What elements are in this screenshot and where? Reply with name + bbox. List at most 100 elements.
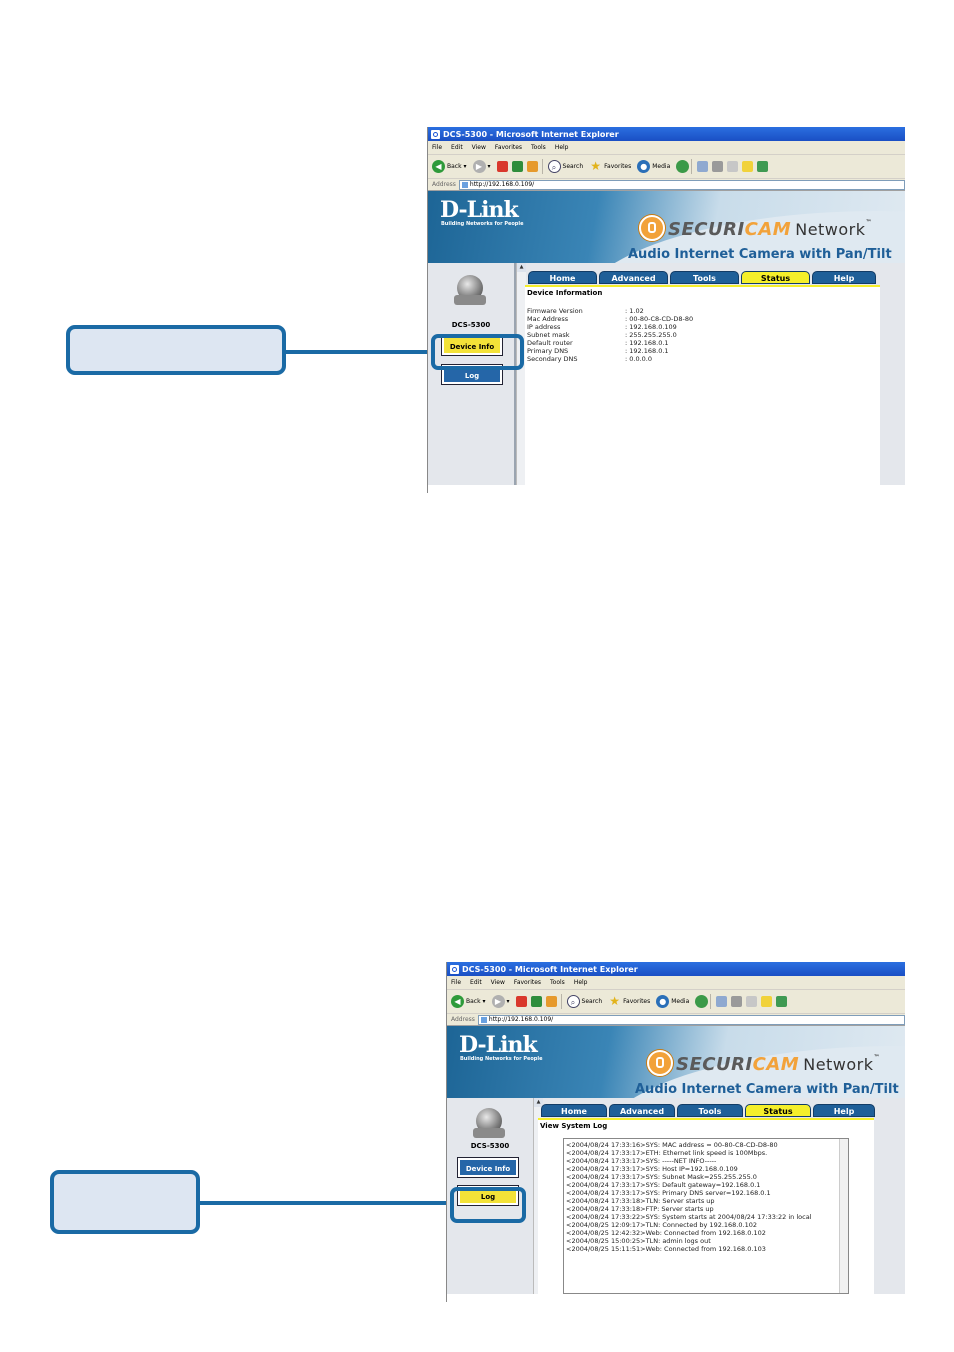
forward-arrow-icon: ▶: [491, 995, 505, 1008]
tab-tools[interactable]: Tools: [677, 1104, 743, 1117]
system-log-textarea[interactable]: <2004/08/24 17:33:16>SYS: MAC address = …: [563, 1138, 849, 1294]
log-line: <2004/08/24 17:33:17>SYS: -----NET INFO-…: [566, 1157, 717, 1165]
menu-favorites[interactable]: Favorites: [514, 979, 541, 986]
menu-help[interactable]: Help: [574, 979, 588, 986]
address-bar: Address http://192.168.0.109/: [428, 179, 905, 191]
tab-status[interactable]: Status: [745, 1104, 811, 1117]
edit-icon[interactable]: [727, 161, 739, 172]
device-info-list: Firmware Version: 1.02 Mac Address: 00-8…: [525, 297, 880, 363]
menu-file[interactable]: File: [432, 144, 442, 151]
menu-edit[interactable]: Edit: [451, 144, 463, 151]
menu-help[interactable]: Help: [555, 144, 569, 151]
window-title: DCS-5300 - Microsoft Internet Explorer: [462, 964, 638, 974]
discuss-icon[interactable]: [742, 161, 754, 172]
refresh-icon[interactable]: [511, 161, 523, 172]
camera-model-label: DCS-5300: [470, 1142, 510, 1150]
back-arrow-icon: ◀: [432, 160, 445, 173]
padlock-icon: [647, 1050, 673, 1076]
media-button[interactable]: ● Media: [637, 160, 670, 173]
address-input[interactable]: http://192.168.0.109/: [477, 1014, 905, 1025]
callout-connector-log: [200, 1201, 450, 1205]
tab-advanced[interactable]: Advanced: [609, 1104, 675, 1117]
search-button[interactable]: ⌕ Search: [566, 995, 602, 1008]
tab-home[interactable]: Home: [541, 1104, 607, 1117]
dlink-banner: D-Link Building Networks for People SECU…: [428, 191, 905, 263]
info-row: Default router: 192.168.0.1: [527, 339, 669, 347]
tab-advanced[interactable]: Advanced: [599, 271, 668, 284]
address-label: Address: [451, 1016, 475, 1023]
menu-favorites[interactable]: Favorites: [495, 144, 522, 151]
log-line: <2004/08/24 17:33:17>SYS: Host IP=192.16…: [566, 1165, 738, 1173]
home-icon[interactable]: [545, 996, 557, 1007]
menu-tools[interactable]: Tools: [550, 979, 565, 986]
device-info-panel: Device Information Firmware Version: 1.0…: [525, 287, 880, 485]
log-line: <2004/08/25 15:11:51>Web: Connected from…: [566, 1245, 766, 1253]
messenger-icon[interactable]: [757, 161, 769, 172]
device-info-button[interactable]: Device Info: [458, 1158, 518, 1177]
messenger-icon[interactable]: [776, 996, 788, 1007]
tab-status[interactable]: Status: [741, 271, 810, 284]
back-arrow-icon: ◀: [451, 995, 464, 1008]
log-line: <2004/08/24 17:33:17>ETH: Ethernet link …: [566, 1149, 768, 1157]
web-content: D-Link Building Networks for People SECU…: [447, 1026, 905, 1294]
tab-help[interactable]: Help: [812, 271, 876, 284]
info-row: Mac Address: 00-80-C8-CD-D8-80: [527, 315, 694, 323]
discuss-icon[interactable]: [761, 996, 773, 1007]
securicam-network-logo: SECURICAM Network™: [676, 1054, 881, 1075]
menu-edit[interactable]: Edit: [470, 979, 482, 986]
address-input[interactable]: http://192.168.0.109/: [458, 179, 905, 190]
media-button[interactable]: ● Media: [656, 995, 689, 1008]
edit-icon[interactable]: [746, 996, 758, 1007]
home-icon[interactable]: [526, 161, 538, 172]
highlight-log: [450, 1187, 526, 1223]
log-line: <2004/08/24 17:33:17>SYS: Primary DNS se…: [566, 1189, 771, 1197]
menu-bar: File Edit View Favorites Tools Help: [428, 141, 905, 155]
browser-window-device-info: DCS-5300 - Microsoft Internet Explorer F…: [427, 127, 905, 493]
search-button[interactable]: ⌕ Search: [547, 160, 583, 173]
log-line: <2004/08/24 17:33:18>FTP: Server starts …: [566, 1205, 714, 1213]
mail-icon[interactable]: [697, 161, 709, 172]
search-icon: ⌕: [547, 160, 561, 173]
refresh-icon[interactable]: [530, 996, 542, 1007]
stop-icon[interactable]: [496, 161, 508, 172]
camera-icon: [473, 1108, 505, 1138]
history-icon[interactable]: [676, 160, 690, 173]
print-icon[interactable]: [712, 161, 724, 172]
search-icon: ⌕: [566, 995, 580, 1008]
forward-button[interactable]: ▶ ▾: [472, 160, 491, 173]
tab-help[interactable]: Help: [813, 1104, 875, 1117]
page-icon: [461, 181, 468, 188]
stop-icon[interactable]: [515, 996, 527, 1007]
menu-tools[interactable]: Tools: [531, 144, 546, 151]
address-url: http://192.168.0.109/: [469, 181, 535, 188]
tab-tools[interactable]: Tools: [670, 271, 739, 284]
log-line: <2004/08/24 17:33:22>SYS: System starts …: [566, 1213, 812, 1221]
info-row: Subnet mask: 255.255.255.0: [527, 331, 677, 339]
favorites-button[interactable]: ★ Favorites: [589, 160, 631, 173]
info-row: Firmware Version: 1.02: [527, 307, 644, 315]
forward-button[interactable]: ▶ ▾: [491, 995, 510, 1008]
log-line: <2004/08/25 12:42:32>Web: Connected from…: [566, 1229, 766, 1237]
browser-window-log: DCS-5300 - Microsoft Internet Explorer F…: [446, 962, 905, 1302]
ie-icon: [450, 964, 459, 974]
highlight-device-info: [431, 334, 524, 370]
securicam-network-logo: SECURICAM Network™: [668, 219, 873, 240]
info-row: Secondary DNS: 0.0.0.0: [527, 355, 652, 363]
menu-file[interactable]: File: [451, 979, 461, 986]
address-url: http://192.168.0.109/: [488, 1016, 554, 1023]
tab-home[interactable]: Home: [528, 271, 597, 284]
print-icon[interactable]: [731, 996, 743, 1007]
toolbar-separator: [541, 159, 543, 174]
favorites-button[interactable]: ★ Favorites: [608, 995, 650, 1008]
scroll-up-icon[interactable]: ▲: [517, 263, 526, 272]
back-button[interactable]: ◀ Back ▾: [432, 160, 467, 173]
log-scrollbar[interactable]: [839, 1139, 848, 1293]
mail-icon[interactable]: [716, 996, 728, 1007]
menu-view[interactable]: View: [472, 144, 486, 151]
back-button[interactable]: ◀ Back ▾: [451, 995, 486, 1008]
log-line: <2004/08/24 17:33:17>SYS: Default gatewa…: [566, 1181, 761, 1189]
panel-title: Device Information: [527, 289, 603, 297]
history-icon[interactable]: [695, 995, 709, 1008]
title-bar: DCS-5300 - Microsoft Internet Explorer: [428, 127, 905, 141]
menu-view[interactable]: View: [491, 979, 505, 986]
